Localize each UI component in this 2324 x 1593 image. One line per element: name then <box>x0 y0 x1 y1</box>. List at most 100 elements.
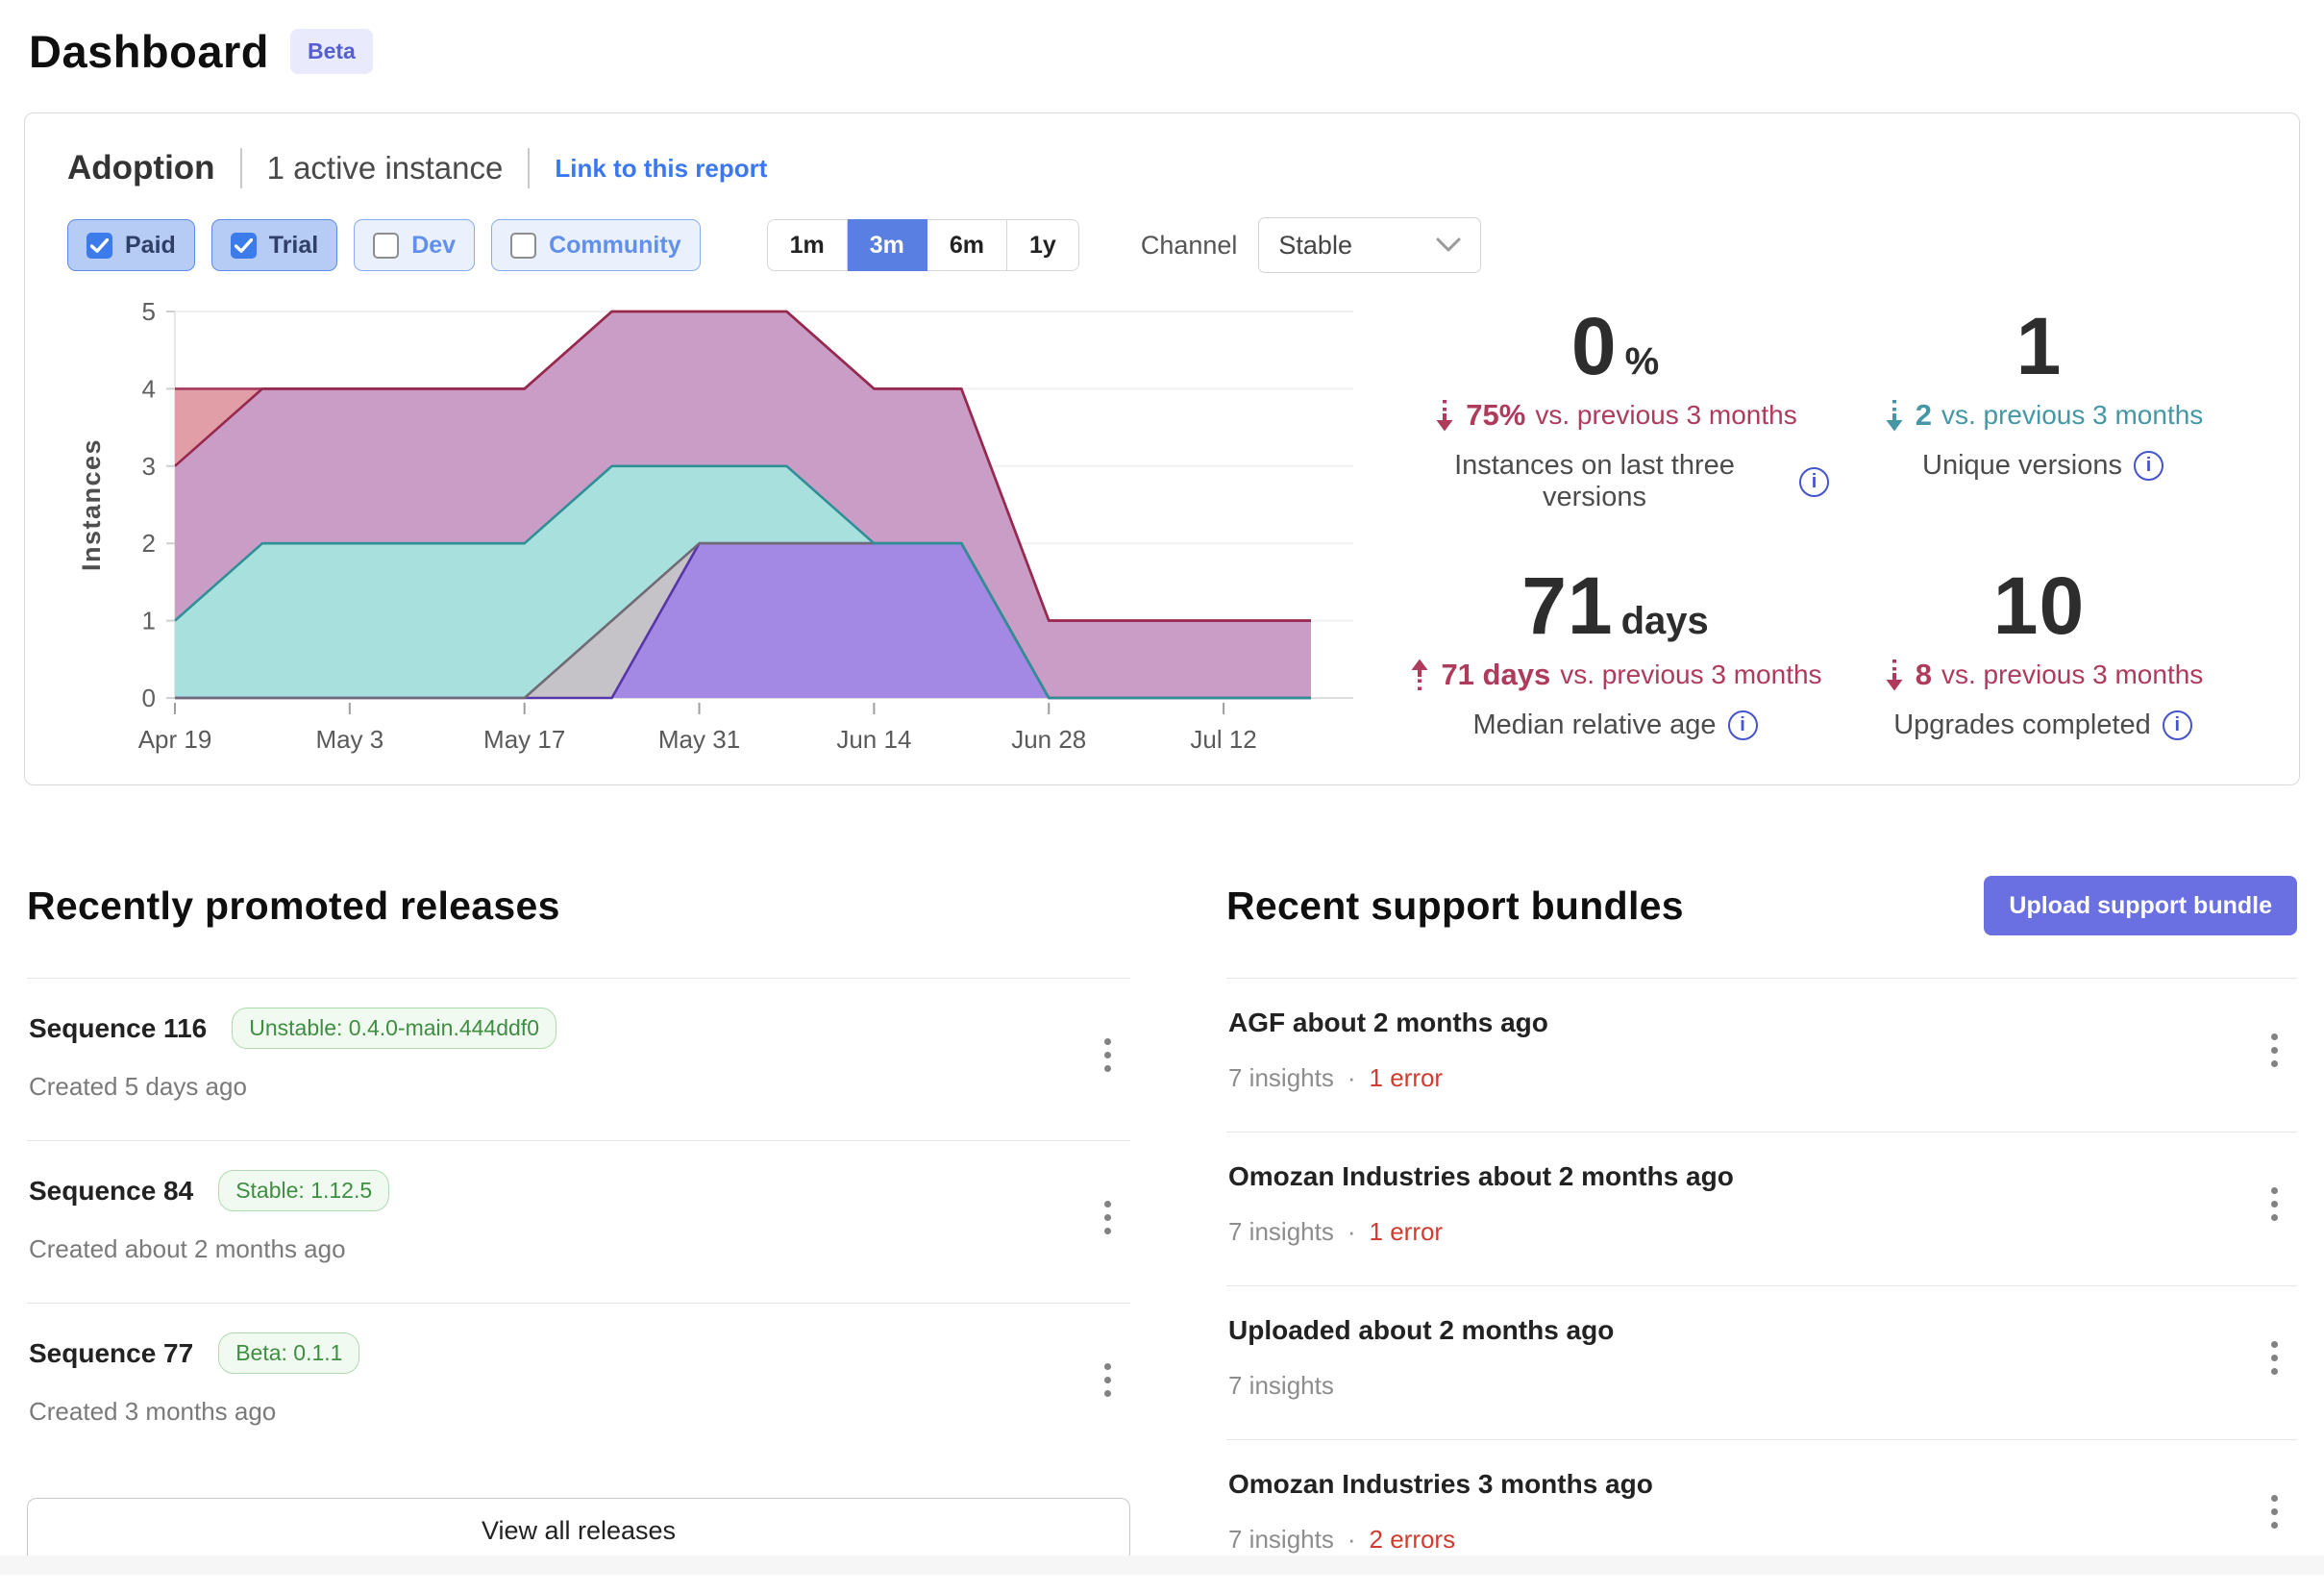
svg-text:May 17: May 17 <box>483 725 565 754</box>
stat-value: 71 <box>1521 560 1613 651</box>
release-created: Created 5 days ago <box>29 1072 556 1102</box>
bundles-heading: Recent support bundles <box>1226 884 1684 929</box>
link-to-report[interactable]: Link to this report <box>555 154 767 184</box>
filter-label: Trial <box>269 232 318 260</box>
bundle-row[interactable]: AGF about 2 months ago 7 insights · 1 er… <box>1226 978 2297 1132</box>
adoption-main-row: 012345Apr 19May 3May 17May 31Jun 14Jun 2… <box>67 296 2257 756</box>
view-all-releases-button[interactable]: View all releases <box>27 1498 1130 1563</box>
bundle-insights: 7 insights <box>1228 1217 1334 1247</box>
support-bundles-section: Recent support bundles Upload support bu… <box>1226 874 2297 1593</box>
release-version-badge: Unstable: 0.4.0-main.444ddf0 <box>232 1008 556 1049</box>
filter-community[interactable]: Community <box>491 219 701 271</box>
bundle-insights: 7 insights <box>1228 1525 1334 1555</box>
active-instance-count: 1 active instance <box>267 150 504 187</box>
svg-text:May 3: May 3 <box>315 725 383 754</box>
trend-arrow-icon <box>1883 398 1906 433</box>
upload-support-bundle-button[interactable]: Upload support bundle <box>1984 876 2297 935</box>
info-icon[interactable]: i <box>2134 451 2163 481</box>
filter-dev[interactable]: Dev <box>354 219 475 271</box>
checkbox <box>373 233 399 259</box>
bundle-row[interactable]: Omozan Industries about 2 months ago 7 i… <box>1226 1132 2297 1285</box>
bundle-title: AGF about 2 months ago <box>1228 1008 1548 1038</box>
stat-delta-note: vs. previous 3 months <box>1560 660 1821 690</box>
stat-value: 10 <box>1993 560 2085 651</box>
info-icon[interactable]: i <box>1799 467 1829 497</box>
kebab-menu-icon <box>1104 1038 1111 1072</box>
bundle-menu-button[interactable] <box>2256 1481 2293 1542</box>
release-menu-button[interactable] <box>1089 1187 1126 1248</box>
adoption-card: Adoption 1 active instance Link to this … <box>24 112 2300 785</box>
stat-delta: 8 vs. previous 3 months <box>1829 658 2257 692</box>
svg-text:Apr 19: Apr 19 <box>138 725 212 754</box>
range-1m[interactable]: 1m <box>767 219 848 271</box>
channel-select[interactable]: Stable <box>1258 217 1481 273</box>
stat-unit: days <box>1621 600 1709 642</box>
stat-label: Upgrades completed <box>1893 709 2151 741</box>
stat-delta-value: 2 <box>1916 398 1932 433</box>
filter-trial[interactable]: Trial <box>211 219 337 271</box>
svg-text:5: 5 <box>142 297 156 326</box>
beta-badge: Beta <box>290 29 373 74</box>
release-name: Sequence 116 <box>29 1013 207 1044</box>
checkbox-check-icon <box>90 238 109 253</box>
filter-label: Paid <box>125 232 176 260</box>
lower-sections: Recently promoted releases Sequence 116 … <box>0 874 2324 1593</box>
bundle-insights: 7 insights <box>1228 1371 1334 1401</box>
stat-delta-value: 75% <box>1466 398 1525 433</box>
release-created: Created about 2 months ago <box>29 1234 389 1264</box>
stat-delta-value: 8 <box>1916 658 1932 692</box>
stat-instances-last-three-versions: 0% 75% vs. previous 3 months Instances o… <box>1401 304 1829 529</box>
dashboard-page: { "page": { "title": "Dashboard", "beta_… <box>0 0 2324 1575</box>
chevron-down-icon <box>1436 237 1461 253</box>
svg-text:3: 3 <box>142 452 156 481</box>
release-row[interactable]: Sequence 116 Unstable: 0.4.0-main.444ddf… <box>27 978 1130 1140</box>
stat-delta-note: vs. previous 3 months <box>1941 660 2203 690</box>
bundle-title: Omozan Industries about 2 months ago <box>1228 1161 1734 1192</box>
bundle-menu-button[interactable] <box>2256 1020 2293 1081</box>
stat-delta-note: vs. previous 3 months <box>1535 400 1796 431</box>
range-6m[interactable]: 6m <box>927 219 1007 271</box>
range-1y[interactable]: 1y <box>1007 219 1079 271</box>
checkbox <box>510 233 536 259</box>
info-icon[interactable]: i <box>2163 710 2192 740</box>
bundle-title: Uploaded about 2 months ago <box>1228 1315 1614 1346</box>
release-row[interactable]: Sequence 84 Stable: 1.12.5 Created about… <box>27 1140 1130 1303</box>
checkbox-check-icon <box>235 238 253 253</box>
bundle-menu-button[interactable] <box>2256 1328 2293 1388</box>
adoption-title: Adoption <box>67 149 215 187</box>
stat-median-relative-age: 71days 71 days vs. previous 3 months Med… <box>1401 563 1829 757</box>
trend-arrow-icon <box>1883 658 1906 692</box>
bundle-row[interactable]: Uploaded about 2 months ago 7 insights · <box>1226 1285 2297 1439</box>
svg-text:1: 1 <box>142 607 156 635</box>
page-title: Dashboard <box>29 25 269 78</box>
stat-unit: % <box>1625 340 1660 383</box>
meta-dot: · <box>1347 1525 1356 1554</box>
checkbox <box>231 233 257 259</box>
svg-text:Jun 28: Jun 28 <box>1011 725 1086 754</box>
adoption-controls: Paid Trial Dev Community 1m 3m 6m 1y Cha… <box>67 217 2257 273</box>
info-icon[interactable]: i <box>1728 710 1758 740</box>
adoption-area-chart: 012345Apr 19May 3May 17May 31Jun 14Jun 2… <box>67 296 1374 756</box>
release-menu-button[interactable] <box>1089 1025 1126 1085</box>
svg-text:2: 2 <box>142 529 156 558</box>
svg-text:4: 4 <box>142 374 156 403</box>
release-version-badge: Stable: 1.12.5 <box>218 1170 389 1211</box>
meta-dot: · <box>1347 1063 1356 1092</box>
release-menu-button[interactable] <box>1089 1350 1126 1410</box>
time-range-group: 1m 3m 6m 1y <box>767 219 1079 271</box>
svg-text:May 31: May 31 <box>658 725 740 754</box>
stat-label: Median relative age <box>1472 709 1716 741</box>
kebab-menu-icon <box>1104 1201 1111 1234</box>
bundle-menu-button[interactable] <box>2256 1174 2293 1234</box>
kebab-menu-icon <box>2271 1341 2278 1375</box>
page-header: Dashboard Beta <box>0 0 2324 78</box>
stat-label: Unique versions <box>1922 450 2122 482</box>
divider <box>240 148 242 188</box>
filter-paid[interactable]: Paid <box>67 219 195 271</box>
adoption-card-header: Adoption 1 active instance Link to this … <box>67 148 2257 188</box>
bottom-cutoff-strip <box>0 1556 2324 1575</box>
svg-text:Instances: Instances <box>77 438 106 571</box>
range-3m[interactable]: 3m <box>848 219 927 271</box>
stat-value: 0 <box>1571 301 1618 391</box>
release-row[interactable]: Sequence 77 Beta: 0.1.1 Created 3 months… <box>27 1303 1130 1465</box>
